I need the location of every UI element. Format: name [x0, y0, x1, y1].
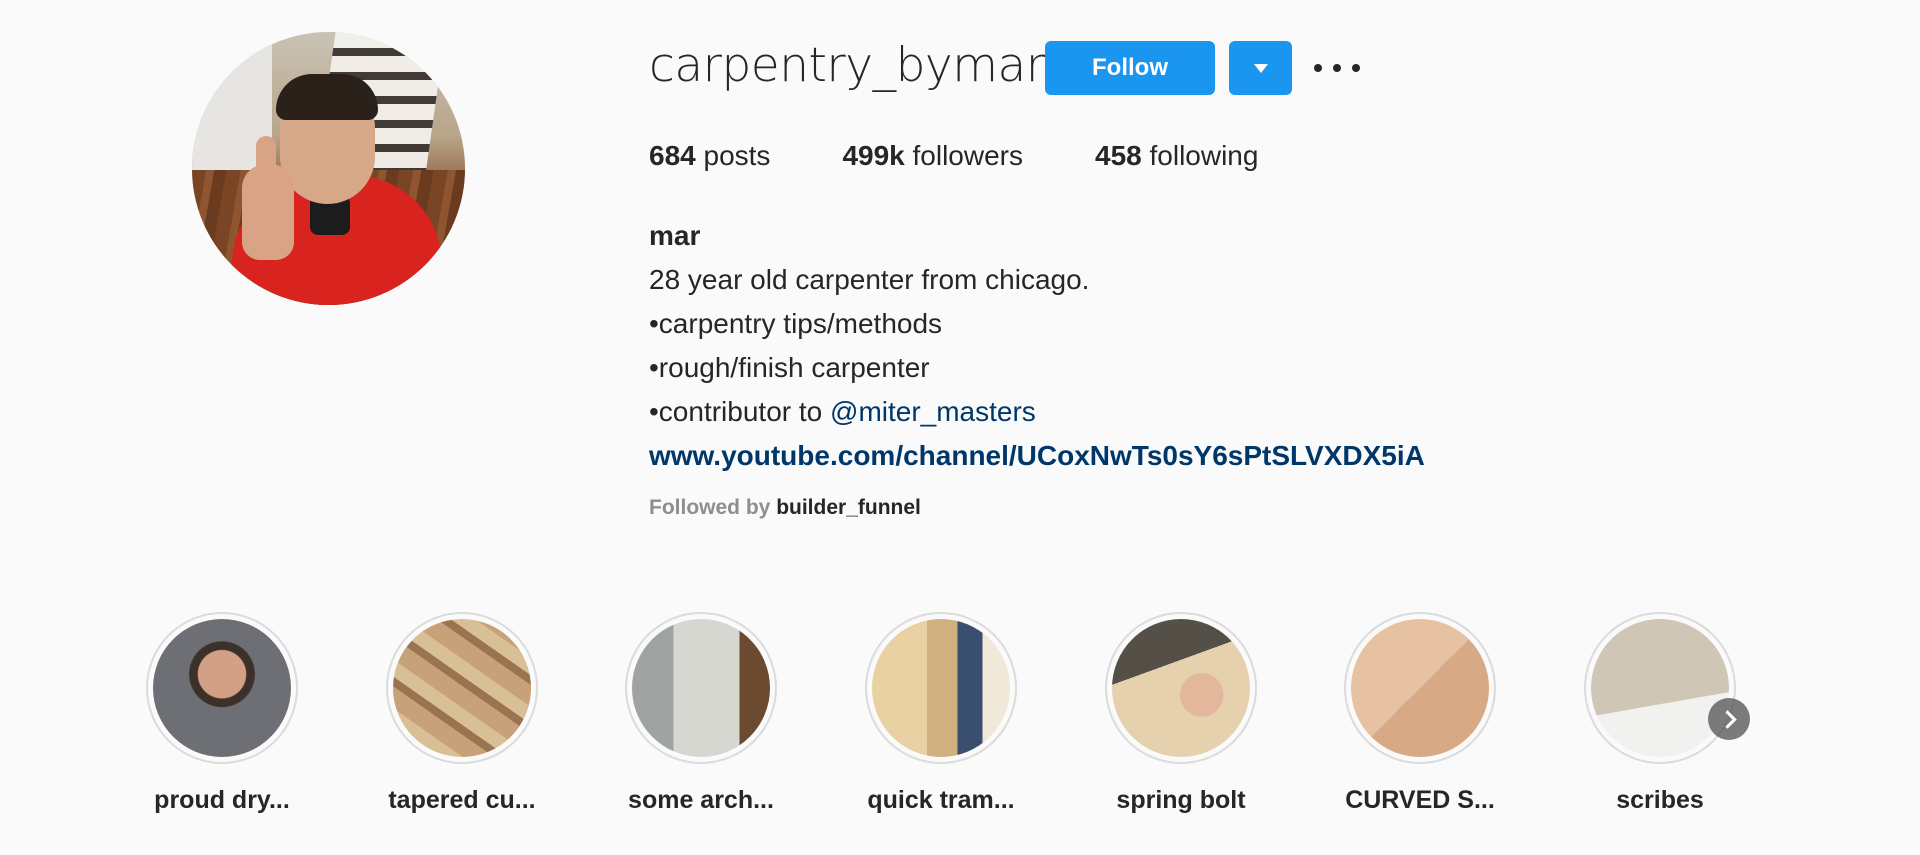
highlight-label: quick tram...: [867, 786, 1015, 814]
suggested-accounts-dropdown-button[interactable]: [1229, 41, 1292, 95]
profile-stats: 684 posts 499k followers 458 following: [649, 140, 1330, 172]
highlight-ring: [625, 612, 777, 764]
story-highlights: proud dry... tapered cu... some arch... …: [0, 612, 1920, 852]
followed-by-label: Followed by: [649, 496, 771, 519]
more-options-icon: [1352, 64, 1360, 72]
bio-line: 28 year old carpenter from chicago.: [649, 264, 1090, 295]
following-count: 458: [1095, 140, 1142, 171]
highlight-thumbnail: [1591, 619, 1729, 757]
highlight-item[interactable]: tapered cu...: [362, 612, 562, 815]
highlight-item[interactable]: CURVED S...: [1320, 612, 1520, 815]
more-options-button[interactable]: [1314, 52, 1360, 84]
bio-line: •contributor to @miter_masters: [649, 390, 1425, 434]
highlight-label: some arch...: [628, 786, 774, 814]
highlight-thumbnail: [393, 619, 531, 757]
bio-line: •carpentry tips/methods: [649, 308, 943, 339]
highlight-thumbnail: [1112, 619, 1250, 757]
highlight-thumbnail: [1351, 619, 1489, 757]
posts-count: 684: [649, 140, 696, 171]
followers-label: followers: [912, 140, 1023, 171]
bio-contributor-text: •contributor to: [649, 396, 831, 427]
mention-link[interactable]: @miter_masters: [830, 396, 1036, 427]
highlight-thumbnail: [153, 619, 291, 757]
highlight-ring: [1344, 612, 1496, 764]
posts-label: posts: [703, 140, 771, 171]
avatar-hair: [276, 74, 378, 120]
highlight-item[interactable]: spring bolt: [1081, 612, 1281, 815]
highlight-ring: [1105, 612, 1257, 764]
highlight-ring: [865, 612, 1017, 764]
profile-display-name: mar: [649, 220, 701, 251]
highlight-ring: [386, 612, 538, 764]
followers-count: 499k: [842, 140, 905, 171]
highlights-next-button[interactable]: [1708, 698, 1750, 740]
highlight-item[interactable]: proud dry...: [122, 612, 322, 815]
following-link[interactable]: 458 following: [1095, 140, 1258, 172]
highlight-item[interactable]: quick tram...: [841, 612, 1041, 815]
highlight-thumbnail: [872, 619, 1010, 757]
highlight-ring: [1584, 612, 1736, 764]
bio-line: •rough/finish carpenter: [649, 352, 930, 383]
following-label: following: [1149, 140, 1259, 171]
more-options-icon: [1314, 64, 1322, 72]
profile-bio: mar 28 year old carpenter from chicago. …: [649, 214, 1425, 478]
profile-username: carpentry_bymar: [649, 38, 1045, 93]
highlight-item[interactable]: some arch...: [601, 612, 801, 815]
followers-link[interactable]: 499k followers: [842, 140, 1023, 172]
highlight-label: tapered cu...: [388, 786, 536, 814]
highlight-thumbnail: [632, 619, 770, 757]
highlight-label: CURVED S...: [1345, 786, 1495, 814]
website-link[interactable]: www.youtube.com/channel/UCoxNwTs0sY6sPtS…: [649, 434, 1425, 478]
profile-avatar[interactable]: [192, 32, 465, 305]
highlight-label: scribes: [1616, 786, 1704, 814]
highlight-label: proud dry...: [154, 786, 290, 814]
highlight-ring: [146, 612, 298, 764]
avatar-thumbs-up: [242, 136, 294, 260]
caret-down-icon: [1253, 63, 1268, 73]
highlight-label: spring bolt: [1116, 786, 1246, 814]
more-options-icon: [1333, 64, 1341, 72]
followed-by-user: builder_funnel: [776, 496, 921, 519]
posts-stat: 684 posts: [649, 140, 770, 172]
chevron-right-icon: [1717, 709, 1737, 729]
follow-button[interactable]: Follow: [1045, 41, 1215, 95]
followed-by[interactable]: Followed by builder_funnel: [649, 496, 921, 520]
